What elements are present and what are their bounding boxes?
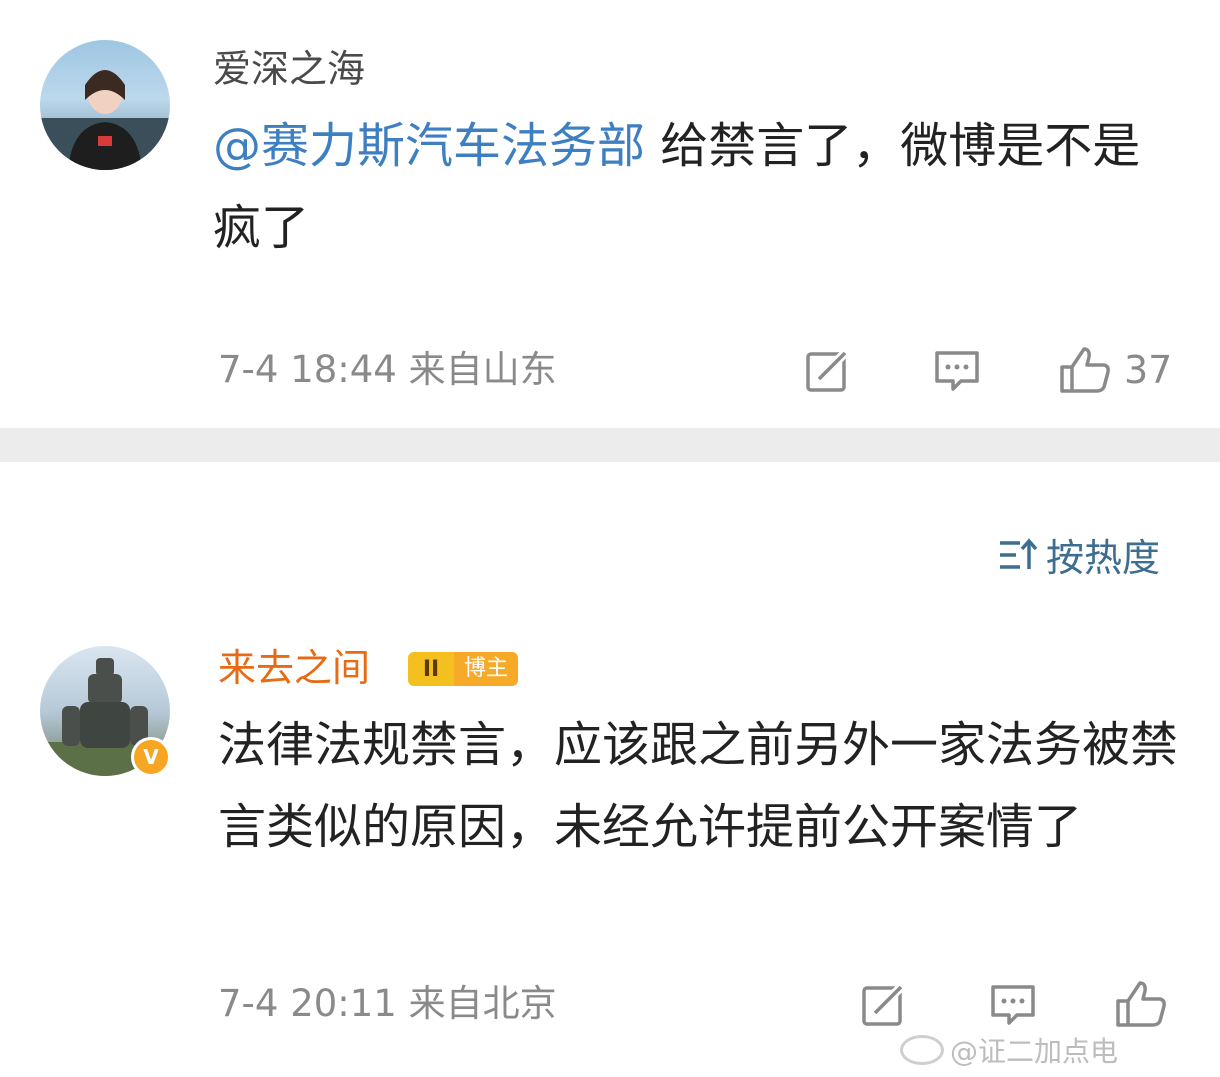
comment-text: @赛力斯汽车法务部 给禁言了，微博是不是疯了 — [213, 105, 1173, 269]
comment-text: 法律法规禁言，应该跟之前另外一家法务被禁言类似的原因，未经允许提前公开案情了 — [218, 717, 1179, 855]
comment-icon — [991, 985, 1035, 1025]
comment-icon — [935, 351, 979, 391]
badge-label: 博主 — [454, 652, 519, 686]
repost-button[interactable] — [805, 349, 851, 393]
comment-button[interactable] — [933, 349, 981, 393]
watermark-text: @证二加点电 — [950, 1035, 1119, 1068]
thumbs-up-icon — [1116, 981, 1166, 1027]
username[interactable]: 爱深之海 — [213, 46, 365, 92]
section-divider — [0, 428, 1220, 462]
verified-badge: V — [131, 737, 171, 777]
repost-icon — [862, 983, 907, 1026]
avatar[interactable] — [40, 40, 170, 170]
repost-button[interactable] — [861, 983, 907, 1027]
comment-meta: 7-4 20:11 来自北京 — [218, 982, 557, 1025]
comment-button[interactable] — [989, 983, 1037, 1027]
like-count: 37 — [1124, 348, 1173, 392]
like-button[interactable]: 37 — [1058, 345, 1172, 395]
thumbs-up-icon — [1060, 347, 1110, 393]
sort-label: 按热度 — [1046, 536, 1161, 580]
mention-link[interactable]: @赛力斯汽车法务部 — [213, 118, 645, 174]
sort-icon — [1000, 537, 1038, 569]
blogger-badge[interactable]: II 博主 — [408, 651, 519, 687]
weibo-logo-icon — [900, 1035, 944, 1065]
username[interactable]: 来去之间 — [218, 645, 370, 691]
comment-card: 爱深之海 @赛力斯汽车法务部 给禁言了，微博是不是疯了 7-4 18:44 来自… — [0, 0, 1220, 428]
watermark: @证二加点电 — [900, 1030, 1216, 1070]
sort-toggle[interactable]: 按热度 — [998, 527, 1160, 582]
like-button[interactable] — [1114, 979, 1168, 1029]
repost-icon — [806, 349, 851, 392]
comment-meta: 7-4 18:44 来自山东 — [218, 348, 557, 391]
crown-icon: II — [408, 652, 454, 686]
avatar-photo — [40, 70, 170, 170]
